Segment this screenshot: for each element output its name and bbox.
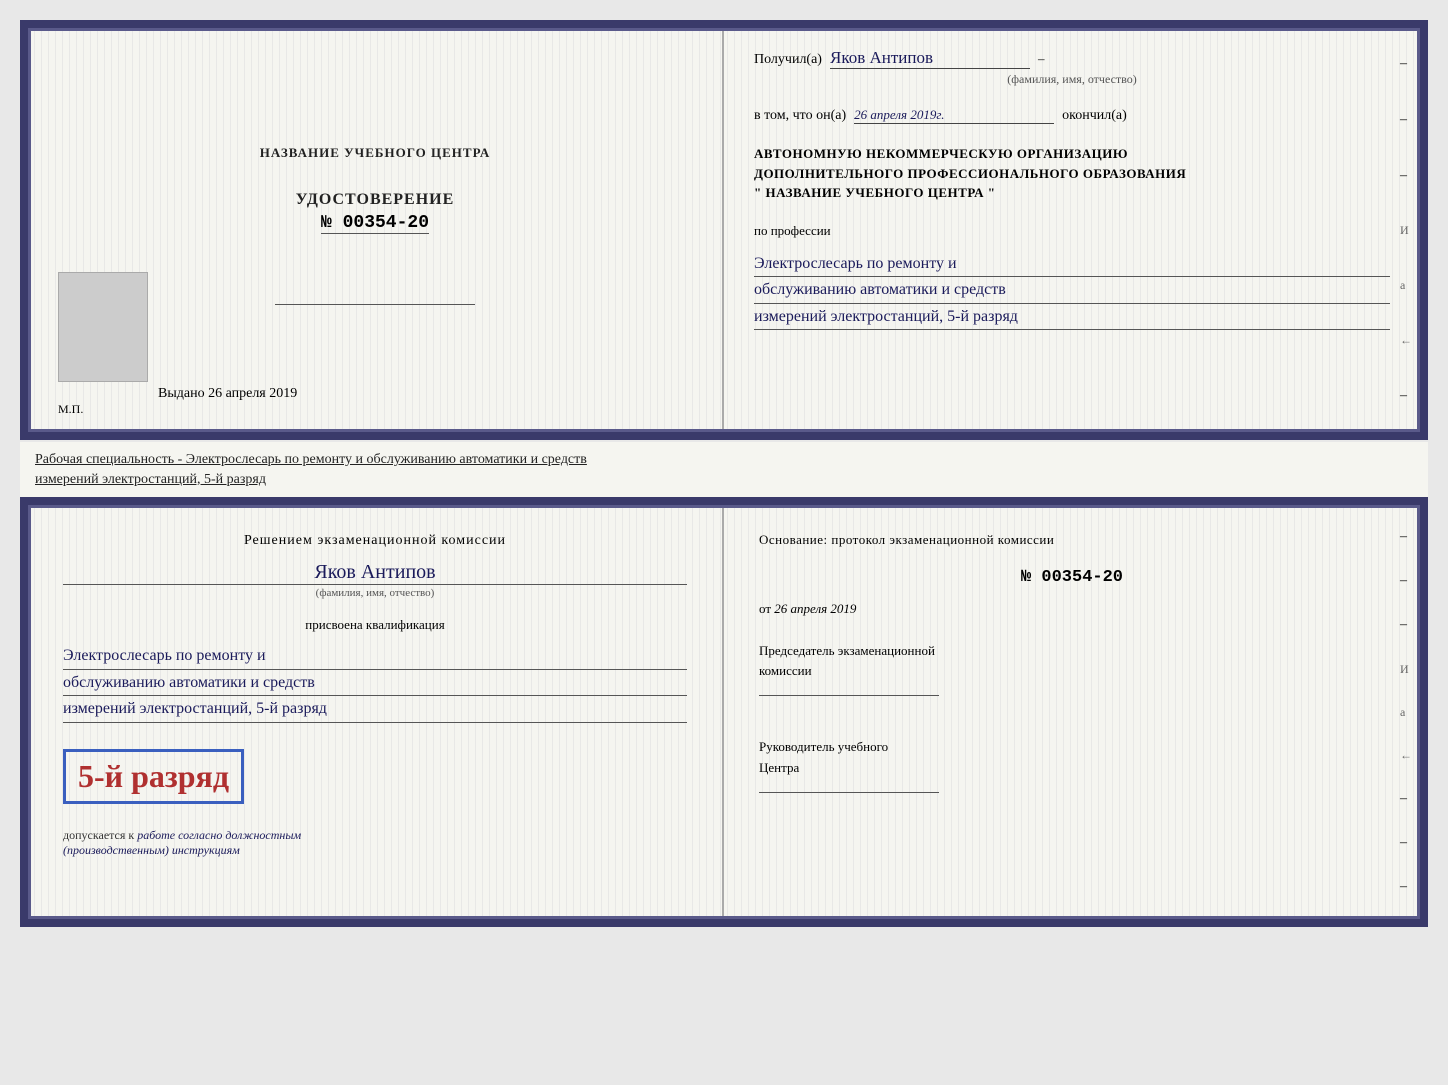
certificate-top: НАЗВАНИЕ УЧЕБНОГО ЦЕНТРА УДОСТОВЕРЕНИЕ №… <box>20 20 1428 440</box>
fio-label-bottom: (фамилия, имя, отчество) <box>63 584 687 599</box>
qual-line2: обслуживанию автоматики и средств <box>63 670 687 697</box>
cert-right-panel: Получил(а) Яков Антипов – (фамилия, имя,… <box>724 28 1420 432</box>
page-container: НАЗВАНИЕ УЧЕБНОГО ЦЕНТРА УДОСТОВЕРЕНИЕ №… <box>20 20 1428 927</box>
org-line1: АВТОНОМНУЮ НЕКОММЕРЧЕСКУЮ ОРГАНИЗАЦИЮ <box>754 144 1390 164</box>
bottom-right-dashes: – – – И а ← – – – <box>1400 505 1412 919</box>
photo-placeholder <box>58 272 148 382</box>
right-dashes: – – – И а ← – <box>1400 28 1412 432</box>
cert-left-panel: НАЗВАНИЕ УЧЕБНОГО ЦЕНТРА УДОСТОВЕРЕНИЕ №… <box>28 28 724 432</box>
between-label: Рабочая специальность - Электрослесарь п… <box>20 442 1428 497</box>
profession-line1: Электрослесарь по ремонту и <box>754 251 1390 278</box>
in-that-prefix: в том, что он(а) <box>754 108 846 124</box>
cert-bottom-right: Основание: протокол экзаменационной коми… <box>724 505 1420 919</box>
finished-label: окончил(а) <box>1062 108 1127 124</box>
rank-text: 5-й разряд <box>78 758 229 794</box>
head-line1: Руководитель учебного <box>759 737 1385 758</box>
qualification-prefix: присвоена квалификация <box>63 617 687 633</box>
allowed-italic: работе согласно должностным <box>137 828 301 842</box>
basis-label: Основание: протокол экзаменационной коми… <box>759 530 1385 550</box>
between-line2: измерений электростанций, 5-й разряд <box>35 472 266 487</box>
profession-line3: измерений электростанций, 5-й разряд <box>754 304 1390 331</box>
cert-bottom-left: Решением экзаменационной комиссии Яков А… <box>28 505 724 919</box>
issued-date-val: 26 апреля 2019 <box>208 386 297 401</box>
allowed-prefix: допускается к <box>63 828 134 842</box>
commission-line1: Решением экзаменационной комиссии <box>244 533 506 548</box>
person-block: Яков Антипов (фамилия, имя, отчество) <box>63 561 687 599</box>
date-row: от 26 апреля 2019 <box>759 601 1385 617</box>
rank-highlight: 5-й разряд <box>63 749 244 804</box>
allowed-block: допускается к работе согласно должностны… <box>63 828 687 858</box>
allowed-italic2: (производственным) инструкциям <box>63 843 240 857</box>
in-that-row: в том, что он(а) 26 апреля 2019г. окончи… <box>754 107 1390 124</box>
received-row: Получил(а) Яков Антипов – <box>754 48 1390 69</box>
fio-label-top: (фамилия, имя, отчество) <box>754 72 1390 87</box>
protocol-num: № 00354-20 <box>759 568 1385 587</box>
org-line2: ДОПОЛНИТЕЛЬНОГО ПРОФЕССИОНАЛЬНОГО ОБРАЗО… <box>754 164 1390 184</box>
certificate-bottom: Решением экзаменационной комиссии Яков А… <box>20 497 1428 927</box>
issued-date: Выдано 26 апреля 2019 <box>158 386 297 402</box>
profession-line2: обслуживанию автоматики и средств <box>754 277 1390 304</box>
commission-title: Решением экзаменационной комиссии <box>63 530 687 551</box>
head-block: Руководитель учебного Центра <box>759 737 1385 799</box>
received-name: Яков Антипов <box>830 48 1030 69</box>
chairman-sign-line <box>759 695 939 696</box>
qual-line1: Электрослесарь по ремонту и <box>63 643 687 670</box>
rank-block: 5-й разряд <box>63 741 687 812</box>
center-title: НАЗВАНИЕ УЧЕБНОГО ЦЕНТРА <box>260 145 491 161</box>
qual-block: Электрослесарь по ремонту и обслуживанию… <box>63 643 687 723</box>
head-line2: Центра <box>759 758 1385 779</box>
profession-block: Электрослесарь по ремонту и обслуживанию… <box>754 251 1390 331</box>
stamp: М.П. <box>58 402 83 417</box>
between-line1: Рабочая специальность - Электрослесарь п… <box>35 452 587 467</box>
date-prefix: от <box>759 601 771 616</box>
date-val: 26 апреля 2019 <box>774 601 856 616</box>
chairman-line1: Председатель экзаменационной <box>759 641 1385 662</box>
cert-number: № 00354-20 <box>321 213 429 234</box>
org-block: АВТОНОМНУЮ НЕКОММЕРЧЕСКУЮ ОРГАНИЗАЦИЮ ДО… <box>754 144 1390 203</box>
head-sign-line <box>759 792 939 793</box>
chairman-line2: комиссии <box>759 661 1385 682</box>
org-line3: " НАЗВАНИЕ УЧЕБНОГО ЦЕНТРА " <box>754 183 1390 203</box>
received-block: Получил(а) Яков Антипов – (фамилия, имя,… <box>754 48 1390 87</box>
chairman-block: Председатель экзаменационной комиссии <box>759 641 1385 703</box>
person-name: Яков Антипов <box>63 561 687 584</box>
cert-label: УДОСТОВЕРЕНИЕ <box>296 191 455 209</box>
in-that-date: 26 апреля 2019г. <box>854 107 1054 124</box>
profession-prefix: по профессии <box>754 223 1390 239</box>
qual-line3: измерений электростанций, 5-й разряд <box>63 696 687 723</box>
issued-label: Выдано <box>158 386 205 401</box>
received-prefix: Получил(а) <box>754 52 822 68</box>
